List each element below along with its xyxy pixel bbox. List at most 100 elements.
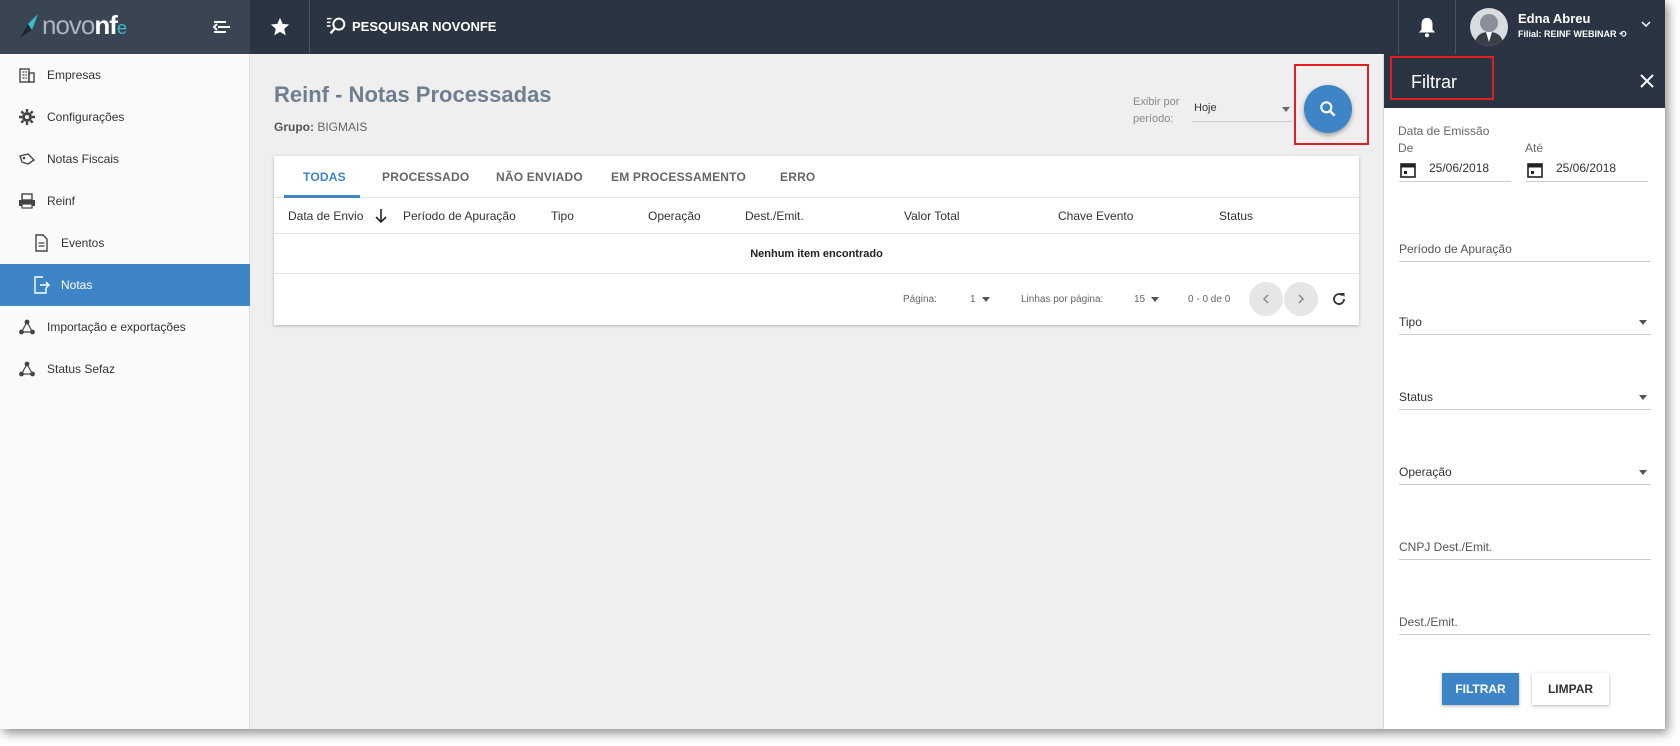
app-window: novonfe PESQUISAR NOVONFE Edna Abreu Fil… (0, 0, 1665, 729)
column-header[interactable]: Chave Evento (1058, 209, 1133, 223)
column-header[interactable]: Tipo (551, 209, 574, 223)
table-header: Data de Envio Período de Apuração Tipo O… (274, 198, 1359, 234)
favorites-button[interactable] (250, 0, 310, 54)
sidebar-item-label: Configurações (47, 110, 125, 124)
bell-icon (1418, 17, 1436, 38)
sidebar-item-label: Eventos (61, 236, 105, 250)
tag-icon (19, 153, 36, 165)
range-text: 0 - 0 de 0 (1188, 294, 1231, 305)
column-header[interactable]: Valor Total (904, 209, 960, 223)
chevron-down-icon (1641, 21, 1651, 28)
sidebar-item-label: Reinf (47, 194, 76, 208)
printer-icon (19, 193, 35, 209)
sidebar-item-reinf[interactable]: Reinf (0, 180, 250, 222)
dropdown-arrow-icon (1639, 470, 1647, 475)
empty-message: Nenhum item encontrado (274, 234, 1359, 274)
periodo-apuracao-placeholder: Período de Apuração (1399, 242, 1512, 256)
search-label: PESQUISAR NOVONFE (352, 18, 497, 34)
network-icon (19, 319, 35, 335)
from-label: De (1398, 141, 1414, 155)
previous-page-button[interactable] (1249, 282, 1283, 316)
sort-arrow-down-icon[interactable] (374, 208, 388, 224)
sidebar: Empresas Configurações Notas Fiscais Rei… (0, 54, 250, 729)
chevron-left-icon (1262, 294, 1269, 304)
sidebar-item-label: Importação e exportações (47, 320, 186, 334)
page-select[interactable]: 1 (970, 294, 990, 305)
dest-emit-placeholder: Dest./Emit. (1399, 615, 1458, 629)
operacao-select[interactable]: Operação (1399, 461, 1651, 485)
logo-mark-icon (20, 13, 38, 38)
filtrar-button[interactable]: FILTRAR (1442, 673, 1519, 705)
sidebar-item-importacao[interactable]: Importação e exportações (0, 306, 250, 348)
sidebar-item-label: Notas (61, 278, 93, 292)
filter-panel: Filtrar Data de Emissão De Até 25/06/201… (1383, 54, 1665, 729)
tab-erro[interactable]: ERRO (780, 170, 815, 184)
cnpj-placeholder: CNPJ Dest./Emit. (1399, 540, 1493, 554)
rows-per-page-select[interactable]: 15 (1134, 294, 1160, 305)
sidebar-item-notas-fiscais[interactable]: Notas Fiscais (0, 138, 250, 180)
top-bar: novonfe PESQUISAR NOVONFE Edna Abreu Fil… (0, 0, 1665, 54)
filter-title: Filtrar (1411, 72, 1457, 92)
dropdown-arrow-icon (1639, 395, 1647, 400)
sidebar-item-configuracoes[interactable]: Configurações (0, 96, 250, 138)
star-icon (270, 17, 289, 36)
tipo-select[interactable]: Tipo (1399, 311, 1651, 335)
page-title: Reinf - Notas Processadas (274, 82, 552, 107)
sidebar-item-label: Empresas (47, 68, 102, 82)
column-header[interactable]: Dest./Emit. (745, 209, 804, 223)
filter-panel-header: Filtrar (1384, 54, 1665, 108)
sidebar-item-label: Status Sefaz (47, 362, 116, 376)
search-novonfe-button[interactable]: PESQUISAR NOVONFE (326, 15, 496, 37)
refresh-icon[interactable] (1330, 290, 1348, 308)
column-header[interactable]: Data de Envio (288, 209, 363, 223)
building-icon (19, 68, 35, 83)
collapse-menu-icon[interactable] (210, 15, 234, 39)
search-fab-button[interactable] (1304, 85, 1352, 133)
sidebar-item-empresas[interactable]: Empresas (0, 54, 250, 96)
tab-em-processamento[interactable]: EM PROCESSAMENTO (611, 170, 746, 184)
column-header[interactable]: Status (1219, 209, 1253, 223)
page-label: Página: (903, 294, 937, 305)
column-header[interactable]: Operação (648, 209, 701, 223)
limpar-button[interactable]: LIMPAR (1532, 673, 1609, 705)
sidebar-item-status-sefaz[interactable]: Status Sefaz (0, 348, 250, 390)
period-label: Exibir por período: (1133, 96, 1180, 125)
date-from-value: 25/06/2018 (1429, 161, 1490, 175)
table-footer: Página: 1 Linhas por página: 15 0 - 0 de… (274, 274, 1359, 325)
user-menu[interactable]: Edna Abreu Filial: REINF WEBINAR ⟲ (1468, 6, 1665, 50)
tab-nao-enviado[interactable]: NÃO ENVIADO (496, 170, 583, 184)
cnpj-field[interactable]: CNPJ Dest./Emit. (1399, 536, 1651, 560)
close-icon[interactable] (1638, 72, 1656, 90)
date-to-field[interactable]: 25/06/2018 (1526, 158, 1648, 182)
sidebar-item-eventos[interactable]: Eventos (0, 222, 250, 264)
group-label: Grupo: (274, 120, 314, 134)
user-avatar-icon (1474, 14, 1504, 46)
main-content: Reinf - Notas Processadas Grupo: BIGMAIS… (250, 54, 1383, 729)
user-filial: Filial: REINF WEBINAR ⟲ (1518, 29, 1627, 39)
rows-per-page-label: Linhas por página: (1021, 294, 1104, 305)
date-group-label: Data de Emissão (1398, 124, 1490, 138)
status-select[interactable]: Status (1399, 386, 1651, 410)
brand-area: novonfe (0, 0, 250, 54)
dropdown-arrow-icon (1639, 320, 1647, 325)
dropdown-arrow-icon (1282, 107, 1290, 112)
gear-icon (19, 109, 35, 125)
search-list-icon (326, 17, 346, 35)
periodo-apuracao-field[interactable]: Período de Apuração (1399, 238, 1651, 262)
notifications-button[interactable] (1398, 0, 1456, 54)
period-value: Hoje (1194, 102, 1217, 114)
dest-emit-field[interactable]: Dest./Emit. (1399, 611, 1651, 635)
sidebar-item-notas[interactable]: Notas (0, 264, 250, 306)
user-name: Edna Abreu (1518, 11, 1591, 26)
column-header[interactable]: Período de Apuração (403, 209, 516, 223)
search-icon (1320, 101, 1336, 117)
chevron-right-icon (1298, 294, 1305, 304)
novonfe-logo[interactable]: novonfe (18, 10, 127, 41)
tab-todas[interactable]: TODAS (303, 170, 346, 184)
tab-processado[interactable]: PROCESSADO (382, 170, 469, 184)
page-value: 1 (970, 294, 976, 305)
date-from-field[interactable]: 25/06/2018 (1399, 158, 1511, 182)
next-page-button[interactable] (1284, 282, 1318, 316)
period-select[interactable]: Hoje (1192, 98, 1292, 122)
tabs-bar: TODAS PROCESSADO NÃO ENVIADO EM PROCESSA… (274, 156, 1359, 198)
